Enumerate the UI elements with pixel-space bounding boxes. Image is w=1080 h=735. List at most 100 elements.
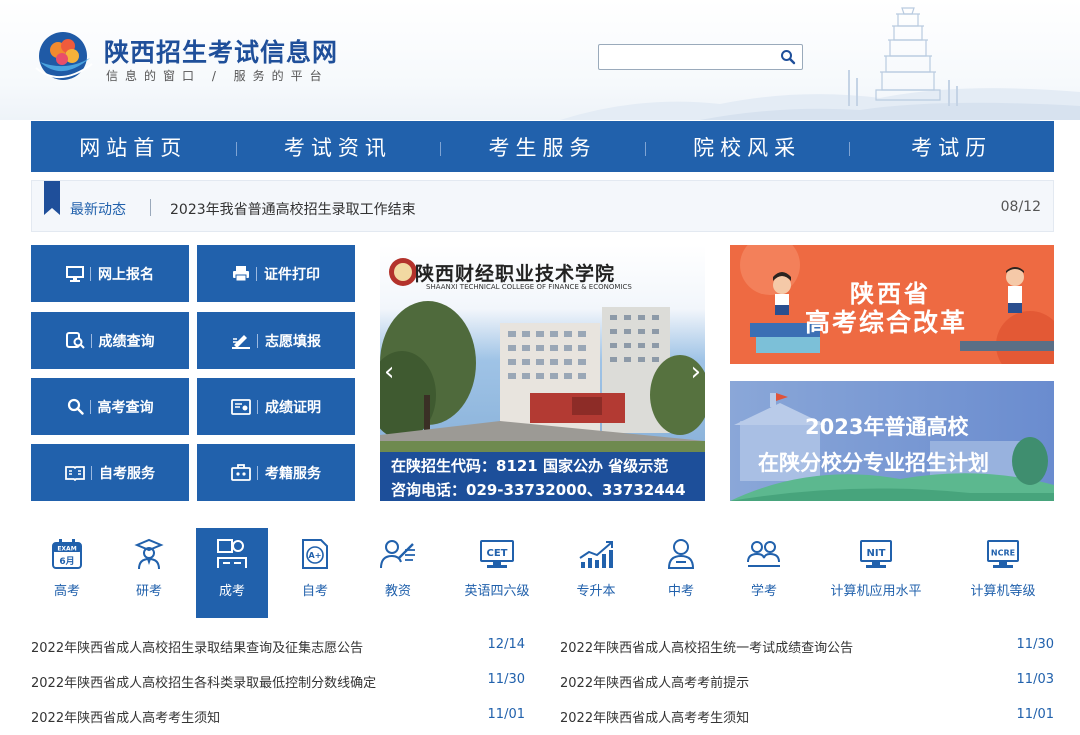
certificate-icon — [231, 398, 251, 415]
search-icon — [781, 50, 796, 65]
news-date: 11/30 — [487, 672, 525, 687]
service-certificate-print-button[interactable]: 证件打印 — [197, 245, 355, 302]
ncre-icon: NCRE — [987, 540, 1019, 568]
service-divider — [257, 399, 258, 414]
main-nav: 网站首页 考试资讯 考生服务 院校风采 考试历 — [31, 121, 1054, 172]
search-icon — [67, 398, 84, 415]
tab-teacher-qualification[interactable]: 教资 — [362, 528, 434, 618]
news-item[interactable]: 2022年陕西省成人高考考生须知 11/01 — [31, 707, 525, 726]
tab-cet[interactable]: CET 英语四六级 — [455, 528, 539, 618]
service-label: 高考查询 — [97, 399, 154, 416]
service-student-records-button[interactable]: 考籍服务 — [197, 444, 355, 501]
exam-icon-text: EXAM — [57, 546, 76, 553]
tab-label: 计算机等级 — [970, 584, 1036, 599]
student-icon — [667, 539, 695, 569]
site-logo-icon[interactable] — [32, 28, 94, 84]
nav-exam-calendar[interactable]: 考试历 — [849, 132, 1054, 162]
news-title-link[interactable]: 2022年陕西省成人高校招生录取结果查询及征集志愿公告 — [31, 637, 363, 656]
service-divider — [90, 266, 91, 281]
ticker-headline-link[interactable]: 2023年我省普通高校招生录取工作结束 — [170, 199, 416, 219]
tab-label: 研考 — [135, 584, 162, 599]
nav-exam-news[interactable]: 考试资讯 — [235, 132, 441, 162]
exam-calendar-icon: EXAM 6月 — [52, 539, 82, 569]
news-item[interactable]: 2022年陕西省成人高考考生须知 11/01 — [560, 707, 1054, 726]
tab-gaokao[interactable]: EXAM 6月 高考 — [31, 528, 103, 618]
news-date: 11/30 — [1016, 637, 1054, 652]
tab-computer-rank[interactable]: NCRE 计算机等级 — [960, 528, 1046, 618]
tab-postgrad[interactable]: 研考 — [113, 528, 185, 618]
tab-adult-exam[interactable]: 成考 — [196, 528, 268, 618]
score-search-icon — [65, 331, 85, 350]
teacher-icon — [380, 540, 415, 569]
nav-college-showcase[interactable]: 院校风采 — [644, 132, 850, 162]
growth-chart-icon — [579, 541, 613, 568]
service-label: 网上报名 — [98, 266, 154, 283]
tab-label: 计算机应用水平 — [830, 584, 922, 599]
tab-academic-test[interactable]: 学考 — [728, 528, 800, 618]
ncre-icon-text: NCRE — [991, 549, 1015, 558]
news-title-link[interactable]: 2022年陕西省成人高考考生须知 — [560, 707, 749, 726]
gaokao-reform-banner[interactable]: 陕西省 高考综合改革 — [730, 245, 1054, 364]
service-gaokao-query-button[interactable]: 高考查询 — [31, 378, 189, 435]
tab-upgrade-bachelor[interactable]: 专升本 — [560, 528, 632, 618]
group-study-icon — [747, 541, 780, 567]
search-input[interactable] — [599, 45, 774, 69]
site-slogan: 信息的窗口 / 服务的平台 — [106, 69, 329, 83]
service-divider — [91, 465, 92, 480]
plan-title-line2: 在陕分校分专业招生计划 — [758, 451, 989, 475]
enrollment-plan-banner[interactable]: 2023年普通高校 在陕分校分专业招生计划 — [730, 381, 1054, 501]
tab-label: 自考 — [301, 584, 328, 599]
news-item[interactable]: 2022年陕西省成人高考考前提示 11/03 — [560, 672, 1054, 691]
service-score-certificate-button[interactable]: 成绩证明 — [197, 378, 355, 435]
printer-icon — [232, 265, 250, 282]
graduate-icon — [134, 538, 164, 570]
tab-label: 教资 — [384, 584, 411, 599]
news-item[interactable]: 2022年陕西省成人高校招生录取结果查询及征集志愿公告 12/14 — [31, 637, 525, 656]
news-title-link[interactable]: 2022年陕西省成人高校招生统一考试成绩查询公告 — [560, 637, 853, 656]
news-title-link[interactable]: 2022年陕西省成人高校招生各科类录取最低控制分数线确定 — [31, 672, 376, 691]
service-label: 自考服务 — [99, 465, 155, 482]
tab-label: 英语四六级 — [464, 584, 530, 599]
service-score-query-button[interactable]: 成绩查询 — [31, 312, 189, 369]
news-date: 11/01 — [1016, 707, 1054, 722]
slider-next-chevron-icon[interactable]: › — [691, 357, 701, 387]
news-date: 12/14 — [487, 637, 525, 652]
self-study-icon: A+ — [302, 539, 328, 569]
news-title-link[interactable]: 2022年陕西省成人高考考前提示 — [560, 672, 749, 691]
service-divider — [256, 266, 257, 281]
service-divider — [90, 333, 92, 348]
nit-icon-text: NIT — [867, 548, 886, 559]
news-item[interactable]: 2022年陕西省成人高校招生统一考试成绩查询公告 11/30 — [560, 637, 1054, 656]
service-divider — [257, 465, 258, 480]
adult-exam-icon — [217, 539, 247, 568]
slide-caption-code: 在陕招生代码：8121 国家公办 省级示范 — [380, 452, 705, 477]
nav-candidate-services[interactable]: 考生服务 — [440, 132, 645, 162]
service-online-registration-button[interactable]: 网上报名 — [31, 245, 189, 302]
nav-home[interactable]: 网站首页 — [31, 132, 236, 162]
service-label: 成绩查询 — [98, 333, 155, 350]
slide-college-name-en: SHAANXI TECHNICAL COLLEGE OF FINANCE & E… — [426, 283, 632, 291]
slider-prev-chevron-icon[interactable]: ‹ — [384, 357, 394, 387]
service-label: 考籍服务 — [265, 465, 321, 482]
service-label: 成绩证明 — [265, 399, 321, 416]
tab-label: 专升本 — [576, 584, 616, 599]
exam-icon-month: 6月 — [59, 556, 74, 567]
monitor-icon — [66, 265, 84, 282]
ticker-date: 08/12 — [1000, 199, 1041, 215]
service-application-fill-button[interactable]: 志愿填报 — [197, 312, 355, 369]
tab-self-study[interactable]: A+ 自考 — [279, 528, 351, 618]
news-title-link[interactable]: 2022年陕西省成人高考考生须知 — [31, 707, 220, 726]
service-label: 证件打印 — [264, 266, 320, 283]
book-icon — [65, 465, 85, 481]
slide-college-name: 陕西财经职业技术学院 — [415, 263, 616, 285]
cet-icon: CET — [480, 540, 514, 568]
tab-label: 中考 — [667, 584, 694, 599]
site-title[interactable]: 陕西招生考试信息网 — [104, 33, 338, 69]
search-button[interactable] — [774, 45, 802, 69]
college-image-slider[interactable]: 陕西财经职业技术学院 SHAANXI TECHNICAL COLLEGE OF … — [380, 245, 705, 501]
service-self-study-button[interactable]: 自考服务 — [31, 444, 189, 501]
tab-computer-application[interactable]: NIT 计算机应用水平 — [822, 528, 930, 618]
tab-zhongkao[interactable]: 中考 — [645, 528, 717, 618]
news-item[interactable]: 2022年陕西省成人高校招生各科类录取最低控制分数线确定 11/30 — [31, 672, 525, 691]
pen-form-icon — [231, 332, 251, 349]
